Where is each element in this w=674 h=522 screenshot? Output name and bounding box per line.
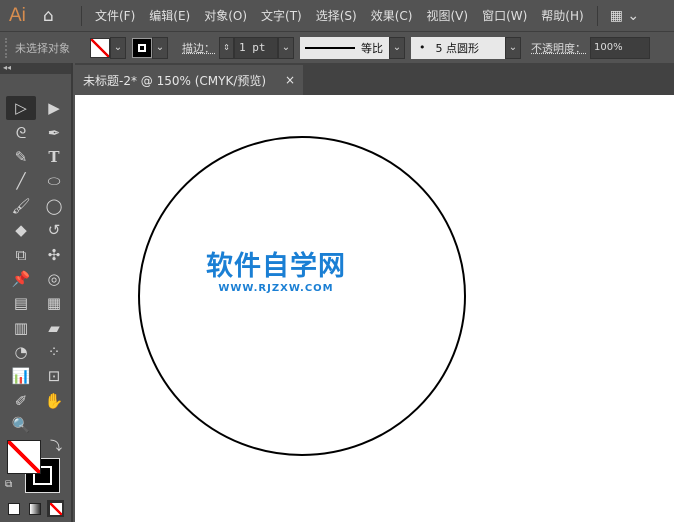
menu-window[interactable]: 窗口(W): [475, 7, 534, 24]
close-tab-icon[interactable]: ×: [285, 73, 295, 87]
watermark: 软件自学网 WWW.RJZXW.COM: [206, 251, 346, 294]
stroke-swatch[interactable]: [132, 37, 152, 58]
stroke-label[interactable]: 描边：: [182, 40, 215, 56]
eraser-tool-icon[interactable]: ◆: [6, 218, 36, 242]
artboard-canvas[interactable]: 软件自学网 WWW.RJZXW.COM: [75, 95, 674, 522]
brush-dot-icon: •: [419, 41, 426, 54]
control-bar: 未选择对象 ⌄ ⌄ 描边： ⇕ 1 pt ⌄ 等比 ⌄ • 5 点圆形 ⌄ 不透明…: [0, 31, 674, 63]
tools-panel: ◂◂ ▷ ▶ ᘓ ✒ ✎ T ╱ ⬭ 🖌 ◯ ◆ ↺ ⧉ ✣ 📌 ◎ ▤ ▦ ▥…: [0, 63, 73, 522]
workspace-switcher-icon[interactable]: ▦ ⌄: [610, 8, 639, 24]
color-mode-icon[interactable]: [8, 503, 20, 515]
graph-tool-icon[interactable]: 📊: [6, 364, 36, 388]
brush-dropdown[interactable]: ⌄: [505, 36, 521, 59]
fill-swatch[interactable]: [90, 37, 110, 58]
divider: [81, 5, 82, 26]
shape-builder-tool-icon[interactable]: ◎: [39, 267, 69, 291]
circle-shape[interactable]: [138, 136, 466, 456]
document-tab-title: 未标题-2* @ 150% (CMYK/预览): [83, 73, 267, 88]
rotate-tool-icon[interactable]: ↺: [39, 218, 69, 242]
line-preview: [305, 46, 355, 49]
ellipse-tool-icon[interactable]: ⬭: [39, 169, 69, 193]
artwork: [138, 136, 466, 456]
document-tabs: 未标题-2* @ 150% (CMYK/预览) ×: [75, 63, 674, 95]
slice-tool-icon[interactable]: ✐: [6, 389, 36, 413]
collapse-panel-icon[interactable]: ◂◂: [0, 63, 71, 74]
artboard-tool-icon[interactable]: ⊡: [39, 364, 69, 388]
profile-dropdown[interactable]: ⌄: [389, 36, 405, 59]
app-logo: Ai: [9, 4, 26, 26]
stroke-dropdown[interactable]: ⌄: [152, 36, 168, 59]
menu-object[interactable]: 对象(O): [197, 7, 254, 24]
gradient-tool-icon[interactable]: ▥: [6, 316, 36, 340]
eyedropper-tool-icon[interactable]: ▰: [39, 316, 69, 340]
gradient-mode-icon[interactable]: [29, 503, 41, 515]
stroke-stepper[interactable]: ⇕: [219, 36, 234, 59]
swap-colors-icon[interactable]: ⤵: [50, 437, 62, 454]
blend-tool-icon[interactable]: ◔: [6, 340, 36, 364]
opacity-label[interactable]: 不透明度：: [531, 40, 586, 56]
watermark-title: 软件自学网: [206, 251, 346, 282]
mesh-tool-icon[interactable]: ▦: [39, 291, 69, 315]
menu-select[interactable]: 选择(S): [309, 7, 364, 24]
pin-tool-icon[interactable]: 📌: [6, 267, 36, 291]
scale-tool-icon[interactable]: ⧉: [6, 242, 36, 266]
menu-file[interactable]: 文件(F): [88, 7, 142, 24]
menu-view[interactable]: 视图(V): [419, 7, 475, 24]
line-tool-icon[interactable]: ╱: [6, 169, 36, 193]
menu-edit[interactable]: 编辑(E): [142, 7, 197, 24]
zoom-tool-icon[interactable]: 🔍: [6, 413, 36, 437]
menu-type[interactable]: 文字(T): [254, 7, 309, 24]
hand-tool-icon[interactable]: ✋: [39, 389, 69, 413]
selection-tool-icon[interactable]: ▷: [6, 96, 36, 121]
lasso-tool-icon[interactable]: ᘓ: [6, 120, 36, 144]
blob-brush-tool-icon[interactable]: ◯: [39, 194, 69, 218]
paintbrush-tool-icon[interactable]: 🖌: [6, 194, 36, 218]
grip-handle[interactable]: [5, 37, 8, 58]
menu-effect[interactable]: 效果(C): [364, 7, 420, 24]
puppet-warp-tool-icon[interactable]: ✣: [39, 242, 69, 266]
divider: [596, 5, 598, 26]
type-tool-icon[interactable]: T: [39, 145, 69, 169]
opacity-input[interactable]: 100%: [590, 36, 650, 59]
pen-tool-icon[interactable]: ✒: [39, 120, 69, 144]
symbol-sprayer-tool-icon[interactable]: ⁘: [39, 340, 69, 364]
direct-selection-tool-icon[interactable]: ▶: [39, 96, 69, 120]
none-mode-icon[interactable]: [47, 500, 64, 517]
curvature-tool-icon[interactable]: ✎: [6, 145, 36, 169]
brush-definition[interactable]: • 5 点圆形: [411, 36, 505, 59]
fill-color-swatch[interactable]: [7, 440, 41, 474]
document-tab[interactable]: 未标题-2* @ 150% (CMYK/预览) ×: [75, 65, 303, 95]
watermark-url: WWW.RJZXW.COM: [218, 283, 334, 294]
default-colors-icon[interactable]: ⧉: [5, 479, 12, 490]
menu-help[interactable]: 帮助(H): [534, 7, 590, 24]
variable-width-profile[interactable]: 等比: [300, 36, 389, 59]
selection-status: 未选择对象: [15, 41, 70, 55]
stroke-weight-dropdown[interactable]: ⌄: [278, 36, 294, 59]
menu-bar: Ai ⌂ 文件(F) 编辑(E) 对象(O) 文字(T) 选择(S) 效果(C)…: [0, 0, 674, 31]
perspective-grid-tool-icon[interactable]: ▤: [6, 291, 36, 315]
stroke-weight-input[interactable]: 1 pt: [234, 36, 278, 59]
fill-dropdown[interactable]: ⌄: [110, 36, 126, 59]
home-icon[interactable]: ⌂: [43, 6, 65, 26]
